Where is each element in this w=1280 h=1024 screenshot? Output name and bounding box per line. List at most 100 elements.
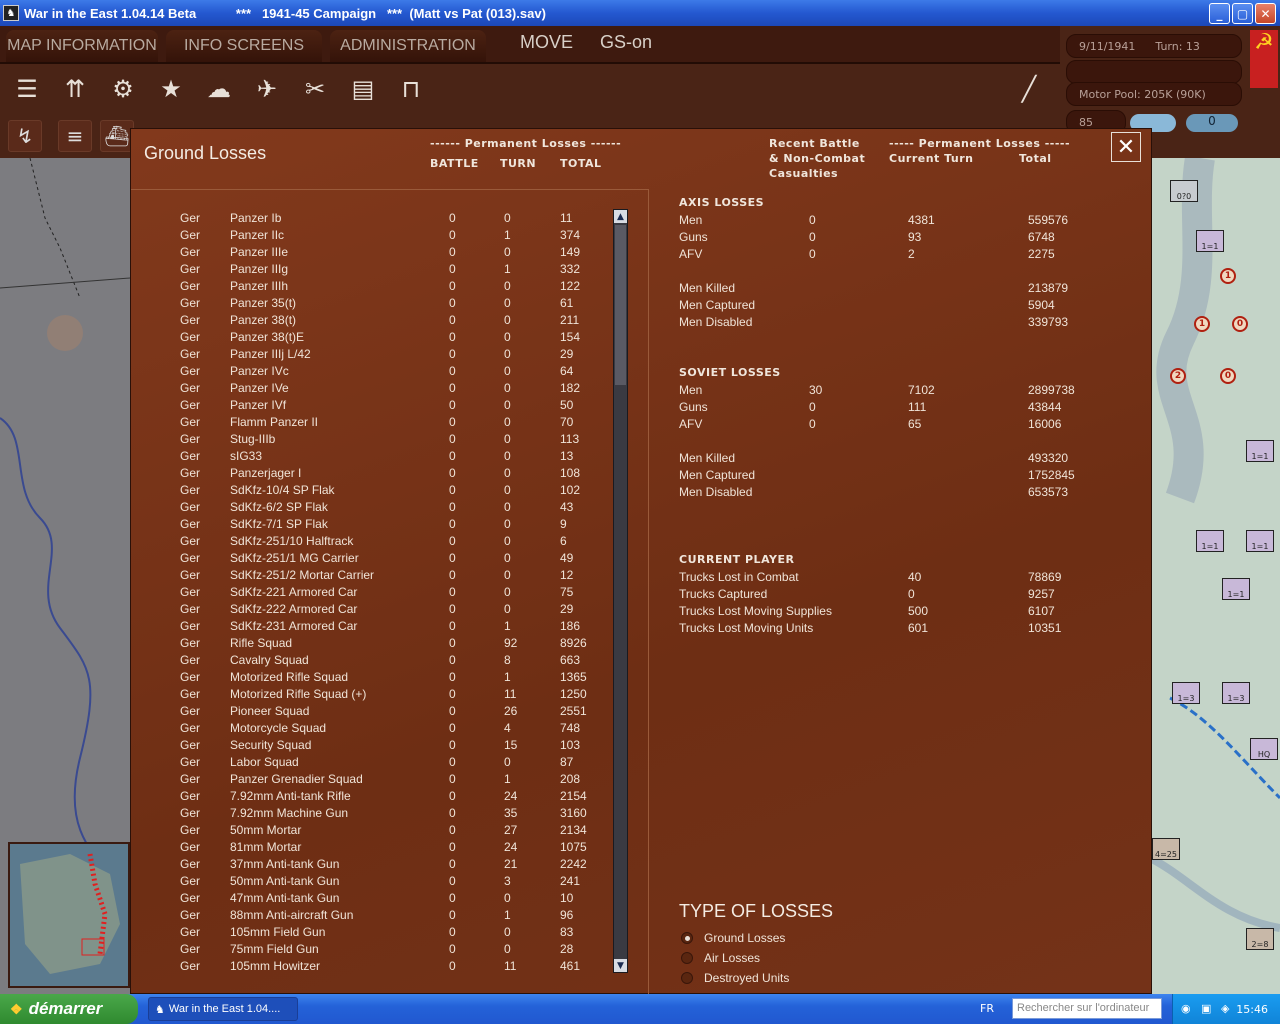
star-icon[interactable]: ★ [152, 70, 190, 108]
table-row[interactable]: Ger SdKfz-251/10 Halftrack 0 0 6 [131, 533, 611, 550]
table-row[interactable]: Ger Panzer IIc 0 1 374 [131, 227, 611, 244]
table-row[interactable]: Ger 105mm Howitzer 0 11 461 [131, 958, 611, 975]
scroll-thumb[interactable] [615, 225, 626, 385]
minimap[interactable] [8, 842, 130, 988]
table-row[interactable]: Ger SdKfz-6/2 SP Flak 0 0 43 [131, 499, 611, 516]
language-indicator[interactable]: FR [980, 1002, 994, 1015]
taskbar-app-button[interactable]: ♞ War in the East 1.04.... [148, 997, 298, 1021]
volume-icon[interactable]: ◈ [1221, 1002, 1229, 1015]
unit-marker-icon[interactable]: 2 [1170, 368, 1186, 384]
table-row[interactable]: Ger Panzer 38(t)E 0 0 154 [131, 329, 611, 346]
map-unit[interactable]: 1=1 [1222, 578, 1250, 600]
table-row[interactable]: Ger Panzer 38(t) 0 0 211 [131, 312, 611, 329]
tray-icon[interactable]: ◉ [1181, 1002, 1191, 1015]
radio-button-icon[interactable] [681, 932, 693, 944]
table-row[interactable]: Ger 7.92mm Machine Gun 0 35 3160 [131, 805, 611, 822]
weather-icon[interactable]: ☁ [200, 70, 238, 108]
air-icon[interactable]: ✈ [248, 70, 286, 108]
map-unit[interactable]: 1=3 [1222, 682, 1250, 704]
map-unit[interactable]: 1=1 [1196, 230, 1224, 252]
table-row[interactable]: Ger Stug-IIIb 0 0 113 [131, 431, 611, 448]
tab-info-screens[interactable]: INFO SCREENS [166, 30, 322, 62]
list-scrollbar[interactable]: ▲ ▼ [613, 209, 628, 973]
window-titlebar[interactable]: ♞ War in the East 1.04.14 Beta *** 1941-… [0, 0, 1280, 26]
table-row[interactable]: Ger 37mm Anti-tank Gun 0 21 2242 [131, 856, 611, 873]
table-row[interactable]: Ger Panzer IVc 0 0 64 [131, 363, 611, 380]
map-hq-unit[interactable]: HQ [1250, 738, 1278, 760]
table-row[interactable]: Ger Motorized Rifle Squad 0 1 1365 [131, 669, 611, 686]
table-row[interactable]: Ger Motorcycle Squad 0 4 748 [131, 720, 611, 737]
table-row[interactable]: Ger SdKfz-10/4 SP Flak 0 0 102 [131, 482, 611, 499]
window-close-button[interactable]: ✕ [1255, 3, 1276, 24]
unit-marker-icon[interactable]: 1 [1220, 268, 1236, 284]
unit-marker-icon[interactable]: 0 [1220, 368, 1236, 384]
radio-destroyed-units[interactable]: Destroyed Units [681, 969, 789, 987]
start-button[interactable]: ❖ démarrer [0, 994, 138, 1024]
table-row[interactable]: Ger Panzer 35(t) 0 0 61 [131, 295, 611, 312]
units-icon[interactable]: ⇈ [56, 70, 94, 108]
map-unit[interactable]: 2=8 [1246, 928, 1274, 950]
table-row[interactable]: Ger Labor Squad 0 0 87 [131, 754, 611, 771]
gs-toggle[interactable]: GS-on [600, 32, 652, 53]
table-row[interactable]: Ger sIG33 0 0 13 [131, 448, 611, 465]
table-row[interactable]: Ger 105mm Field Gun 0 0 83 [131, 924, 611, 941]
table-row[interactable]: Ger Flamm Panzer II 0 0 70 [131, 414, 611, 431]
dialog-close-button[interactable]: ✕ [1111, 132, 1141, 162]
table-row[interactable]: Ger SdKfz-7/1 SP Flak 0 0 9 [131, 516, 611, 533]
table-row[interactable]: Ger Pioneer Squad 0 26 2551 [131, 703, 611, 720]
railroad-icon[interactable]: ≡ [58, 120, 92, 152]
table-row[interactable]: Ger SdKfz-251/1 MG Carrier 0 0 49 [131, 550, 611, 567]
ship-icon[interactable]: ⛴ [100, 120, 134, 152]
table-row[interactable]: Ger Panzer IIIh 0 0 122 [131, 278, 611, 295]
table-row[interactable]: Ger SdKfz-221 Armored Car 0 0 75 [131, 584, 611, 601]
table-row[interactable]: Ger Panzer Grenadier Squad 0 1 208 [131, 771, 611, 788]
scroll-up-arrow-icon[interactable]: ▲ [614, 210, 627, 223]
unit-marker-icon[interactable]: 0 [1232, 316, 1248, 332]
table-row[interactable]: Ger Panzer IVe 0 0 182 [131, 380, 611, 397]
radio-air-losses[interactable]: Air Losses [681, 949, 760, 967]
map-unit[interactable]: 4=25 [1152, 838, 1180, 860]
search-input[interactable]: Rechercher sur l'ordinateur [1012, 998, 1162, 1019]
stack-icon[interactable]: ☰ [8, 70, 46, 108]
bomb-icon[interactable]: ✂ [296, 70, 334, 108]
table-row[interactable]: Ger Cavalry Squad 0 8 663 [131, 652, 611, 669]
table-row[interactable]: Ger SdKfz-222 Armored Car 0 0 29 [131, 601, 611, 618]
table-row[interactable]: Ger Panzer Ib 0 0 11 [131, 210, 611, 227]
map-unit[interactable]: 1=1 [1196, 530, 1224, 552]
map-unit[interactable]: 1=1 [1246, 440, 1274, 462]
gear-icon[interactable]: ⚙ [104, 70, 142, 108]
minimize-button[interactable]: _ [1209, 3, 1230, 24]
map-unit[interactable]: 1=3 [1172, 682, 1200, 704]
tab-administration[interactable]: ADMINISTRATION [330, 30, 486, 62]
pencil-icon[interactable]: ╱ [1010, 70, 1048, 108]
unit-marker-icon[interactable]: 1 [1194, 316, 1210, 332]
mode-move[interactable]: MOVE [520, 32, 573, 53]
table-row[interactable]: Ger 7.92mm Anti-tank Rifle 0 24 2154 [131, 788, 611, 805]
tab-map-information[interactable]: MAP INFORMATION [6, 30, 158, 62]
maximize-button[interactable]: ▢ [1232, 3, 1253, 24]
table-row[interactable]: Ger 81mm Mortar 0 24 1075 [131, 839, 611, 856]
table-row[interactable]: Ger Security Squad 0 15 103 [131, 737, 611, 754]
table-row[interactable]: Ger Panzer IVf 0 0 50 [131, 397, 611, 414]
table-row[interactable]: Ger 50mm Anti-tank Gun 0 3 241 [131, 873, 611, 890]
table-row[interactable]: Ger SdKfz-231 Armored Car 0 1 186 [131, 618, 611, 635]
map-right-area[interactable]: 0?0 1=1 1=1 1=1 1=1 1=3 1=3 HQ 1=1 4=25 … [1150, 158, 1280, 994]
table-row[interactable]: Ger 47mm Anti-tank Gun 0 0 10 [131, 890, 611, 907]
table-row[interactable]: Ger 75mm Field Gun 0 0 28 [131, 941, 611, 958]
table-row[interactable]: Ger Rifle Squad 0 92 8926 [131, 635, 611, 652]
table-row[interactable]: Ger SdKfz-251/2 Mortar Carrier 0 0 12 [131, 567, 611, 584]
supply-icon[interactable]: ⊓ [392, 70, 430, 108]
table-row[interactable]: Ger 50mm Mortar 0 27 2134 [131, 822, 611, 839]
radio-button-icon[interactable] [681, 972, 693, 984]
table-row[interactable]: Ger Panzerjager I 0 0 108 [131, 465, 611, 482]
table-row[interactable]: Ger Motorized Rifle Squad (+) 0 11 1250 [131, 686, 611, 703]
table-row[interactable]: Ger Panzer IIIj L/42 0 0 29 [131, 346, 611, 363]
network-icon[interactable]: ▣ [1201, 1002, 1211, 1015]
table-row[interactable]: Ger Panzer IIIg 0 1 332 [131, 261, 611, 278]
scroll-down-arrow-icon[interactable]: ▼ [614, 959, 627, 972]
table-row[interactable]: Ger 88mm Anti-aircraft Gun 0 1 96 [131, 907, 611, 924]
table-row[interactable]: Ger Panzer IIIe 0 0 149 [131, 244, 611, 261]
route-icon[interactable]: ↯ [8, 120, 42, 152]
map-unit[interactable]: 0?0 [1170, 180, 1198, 202]
rail-icon[interactable]: ▤ [344, 70, 382, 108]
